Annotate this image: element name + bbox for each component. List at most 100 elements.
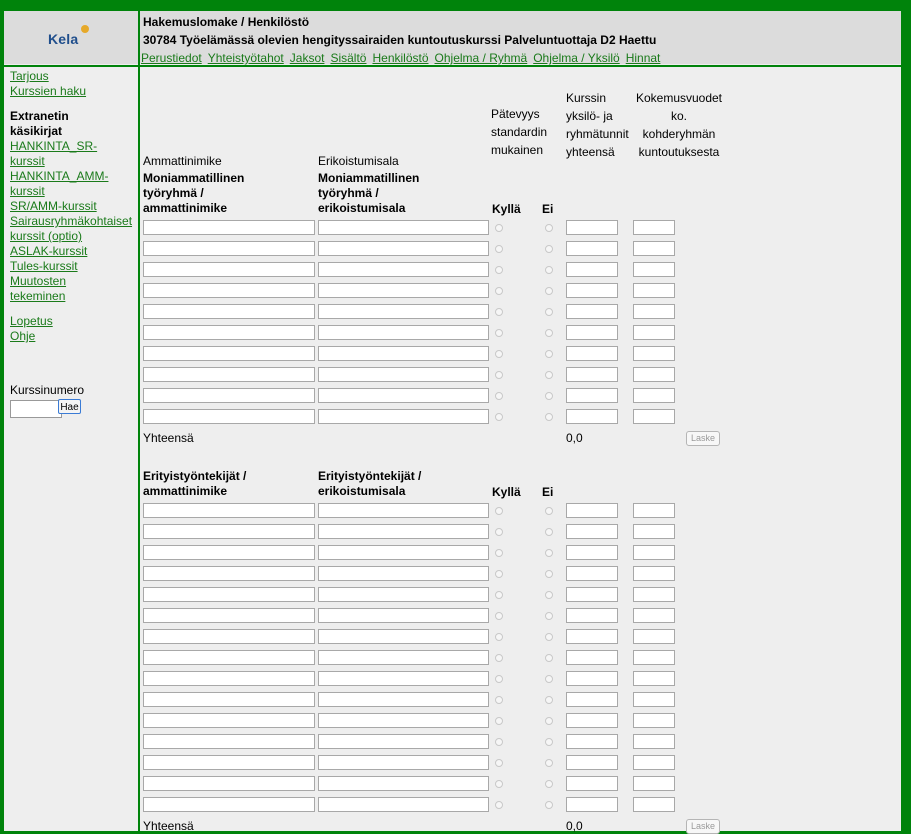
- section2-erikoistumisala-input[interactable]: [318, 797, 489, 812]
- sidebar-item-hankinta-sr[interactable]: HANKINTA_SR-kurssit: [10, 139, 105, 169]
- section1-erikoistumisala-input[interactable]: [318, 262, 489, 277]
- sidebar-item-hankinta-amm[interactable]: HANKINTA_AMM-kurssit: [10, 169, 110, 199]
- section2-kylla-radio[interactable]: [495, 507, 503, 515]
- section2-ei-radio[interactable]: [545, 780, 553, 788]
- section2-kylla-radio[interactable]: [495, 570, 503, 578]
- section1-kylla-radio[interactable]: [495, 266, 503, 274]
- section1-erikoistumisala-input[interactable]: [318, 346, 489, 361]
- section2-kurssin-tunnit-input[interactable]: [566, 629, 618, 644]
- section1-erikoistumisala-input[interactable]: [318, 241, 489, 256]
- section1-kurssin-tunnit-input[interactable]: [566, 409, 618, 424]
- section2-ei-radio[interactable]: [545, 738, 553, 746]
- section2-calculate-button[interactable]: Laske: [686, 819, 720, 834]
- section2-ammattinimike-input[interactable]: [143, 755, 315, 770]
- tab-hinnat[interactable]: Hinnat: [626, 51, 661, 65]
- section1-kurssin-tunnit-input[interactable]: [566, 283, 618, 298]
- section2-kylla-radio[interactable]: [495, 780, 503, 788]
- search-button[interactable]: Hae: [58, 399, 81, 414]
- section1-ammattinimike-input[interactable]: [143, 325, 315, 340]
- section2-ammattinimike-input[interactable]: [143, 797, 315, 812]
- section2-ammattinimike-input[interactable]: [143, 650, 315, 665]
- section2-ammattinimike-input[interactable]: [143, 713, 315, 728]
- section1-kylla-radio[interactable]: [495, 245, 503, 253]
- section2-erikoistumisala-input[interactable]: [318, 755, 489, 770]
- section1-ammattinimike-input[interactable]: [143, 388, 315, 403]
- section2-ei-radio[interactable]: [545, 507, 553, 515]
- section1-ei-radio[interactable]: [545, 266, 553, 274]
- section2-ei-radio[interactable]: [545, 696, 553, 704]
- section1-ei-radio[interactable]: [545, 413, 553, 421]
- sidebar-item-tarjous[interactable]: Tarjous: [10, 69, 138, 84]
- section1-kylla-radio[interactable]: [495, 413, 503, 421]
- section1-ammattinimike-input[interactable]: [143, 283, 315, 298]
- section1-erikoistumisala-input[interactable]: [318, 304, 489, 319]
- section1-ei-radio[interactable]: [545, 287, 553, 295]
- tab-yhteistyotahot[interactable]: Yhteistyötahot: [208, 51, 284, 65]
- section2-kurssin-tunnit-input[interactable]: [566, 776, 618, 791]
- section1-erikoistumisala-input[interactable]: [318, 325, 489, 340]
- section2-ammattinimike-input[interactable]: [143, 503, 315, 518]
- section1-ammattinimike-input[interactable]: [143, 346, 315, 361]
- section2-kokemusvuodet-input[interactable]: [633, 755, 675, 770]
- section1-kokemusvuodet-input[interactable]: [633, 346, 675, 361]
- kela-logo[interactable]: Kela: [48, 25, 89, 47]
- section2-erikoistumisala-input[interactable]: [318, 503, 489, 518]
- section1-ei-radio[interactable]: [545, 329, 553, 337]
- tab-ohjelma-ryhma[interactable]: Ohjelma / Ryhmä: [435, 51, 528, 65]
- section2-ammattinimike-input[interactable]: [143, 629, 315, 644]
- section2-kurssin-tunnit-input[interactable]: [566, 713, 618, 728]
- section2-kylla-radio[interactable]: [495, 612, 503, 620]
- section2-kylla-radio[interactable]: [495, 549, 503, 557]
- section2-kylla-radio[interactable]: [495, 654, 503, 662]
- section1-erikoistumisala-input[interactable]: [318, 220, 489, 235]
- section1-erikoistumisala-input[interactable]: [318, 283, 489, 298]
- section2-ei-radio[interactable]: [545, 759, 553, 767]
- section1-kylla-radio[interactable]: [495, 308, 503, 316]
- section1-ei-radio[interactable]: [545, 350, 553, 358]
- sidebar-item-muutosten-tekeminen[interactable]: Muutosten tekeminen: [10, 274, 80, 304]
- section2-erikoistumisala-input[interactable]: [318, 566, 489, 581]
- section2-kokemusvuodet-input[interactable]: [633, 587, 675, 602]
- section1-kokemusvuodet-input[interactable]: [633, 283, 675, 298]
- section2-ei-radio[interactable]: [545, 612, 553, 620]
- section2-erikoistumisala-input[interactable]: [318, 776, 489, 791]
- section2-kurssin-tunnit-input[interactable]: [566, 692, 618, 707]
- section2-kokemusvuodet-input[interactable]: [633, 545, 675, 560]
- section1-ammattinimike-input[interactable]: [143, 220, 315, 235]
- section2-kylla-radio[interactable]: [495, 591, 503, 599]
- section2-erikoistumisala-input[interactable]: [318, 734, 489, 749]
- section2-erikoistumisala-input[interactable]: [318, 713, 489, 728]
- sidebar-item-tules[interactable]: Tules-kurssit: [10, 259, 138, 274]
- section2-erikoistumisala-input[interactable]: [318, 650, 489, 665]
- tab-perustiedot[interactable]: Perustiedot: [141, 51, 202, 65]
- section2-kylla-radio[interactable]: [495, 528, 503, 536]
- section1-kylla-radio[interactable]: [495, 224, 503, 232]
- section2-kokemusvuodet-input[interactable]: [633, 692, 675, 707]
- section2-ammattinimike-input[interactable]: [143, 587, 315, 602]
- section2-kylla-radio[interactable]: [495, 738, 503, 746]
- tab-sisalto[interactable]: Sisältö: [330, 51, 366, 65]
- section1-kurssin-tunnit-input[interactable]: [566, 367, 618, 382]
- section2-ammattinimike-input[interactable]: [143, 734, 315, 749]
- section2-erikoistumisala-input[interactable]: [318, 524, 489, 539]
- section1-kurssin-tunnit-input[interactable]: [566, 220, 618, 235]
- tab-ohjelma-yksilo[interactable]: Ohjelma / Yksilö: [533, 51, 619, 65]
- sidebar-item-sairausryhma[interactable]: Sairausryhmäkohtaiset kurssit (optio): [10, 214, 138, 244]
- section2-kurssin-tunnit-input[interactable]: [566, 755, 618, 770]
- section1-kurssin-tunnit-input[interactable]: [566, 262, 618, 277]
- section2-kurssin-tunnit-input[interactable]: [566, 566, 618, 581]
- section1-kylla-radio[interactable]: [495, 350, 503, 358]
- section1-kokemusvuodet-input[interactable]: [633, 220, 675, 235]
- tab-jaksot[interactable]: Jaksot: [290, 51, 325, 65]
- section2-ei-radio[interactable]: [545, 633, 553, 641]
- section1-erikoistumisala-input[interactable]: [318, 409, 489, 424]
- section1-ei-radio[interactable]: [545, 308, 553, 316]
- section2-kurssin-tunnit-input[interactable]: [566, 650, 618, 665]
- section2-kokemusvuodet-input[interactable]: [633, 524, 675, 539]
- section2-kokemusvuodet-input[interactable]: [633, 776, 675, 791]
- tab-henkilosto[interactable]: Henkilöstö: [372, 51, 428, 65]
- section2-erikoistumisala-input[interactable]: [318, 545, 489, 560]
- section1-ammattinimike-input[interactable]: [143, 367, 315, 382]
- section1-ammattinimike-input[interactable]: [143, 262, 315, 277]
- section1-kurssin-tunnit-input[interactable]: [566, 346, 618, 361]
